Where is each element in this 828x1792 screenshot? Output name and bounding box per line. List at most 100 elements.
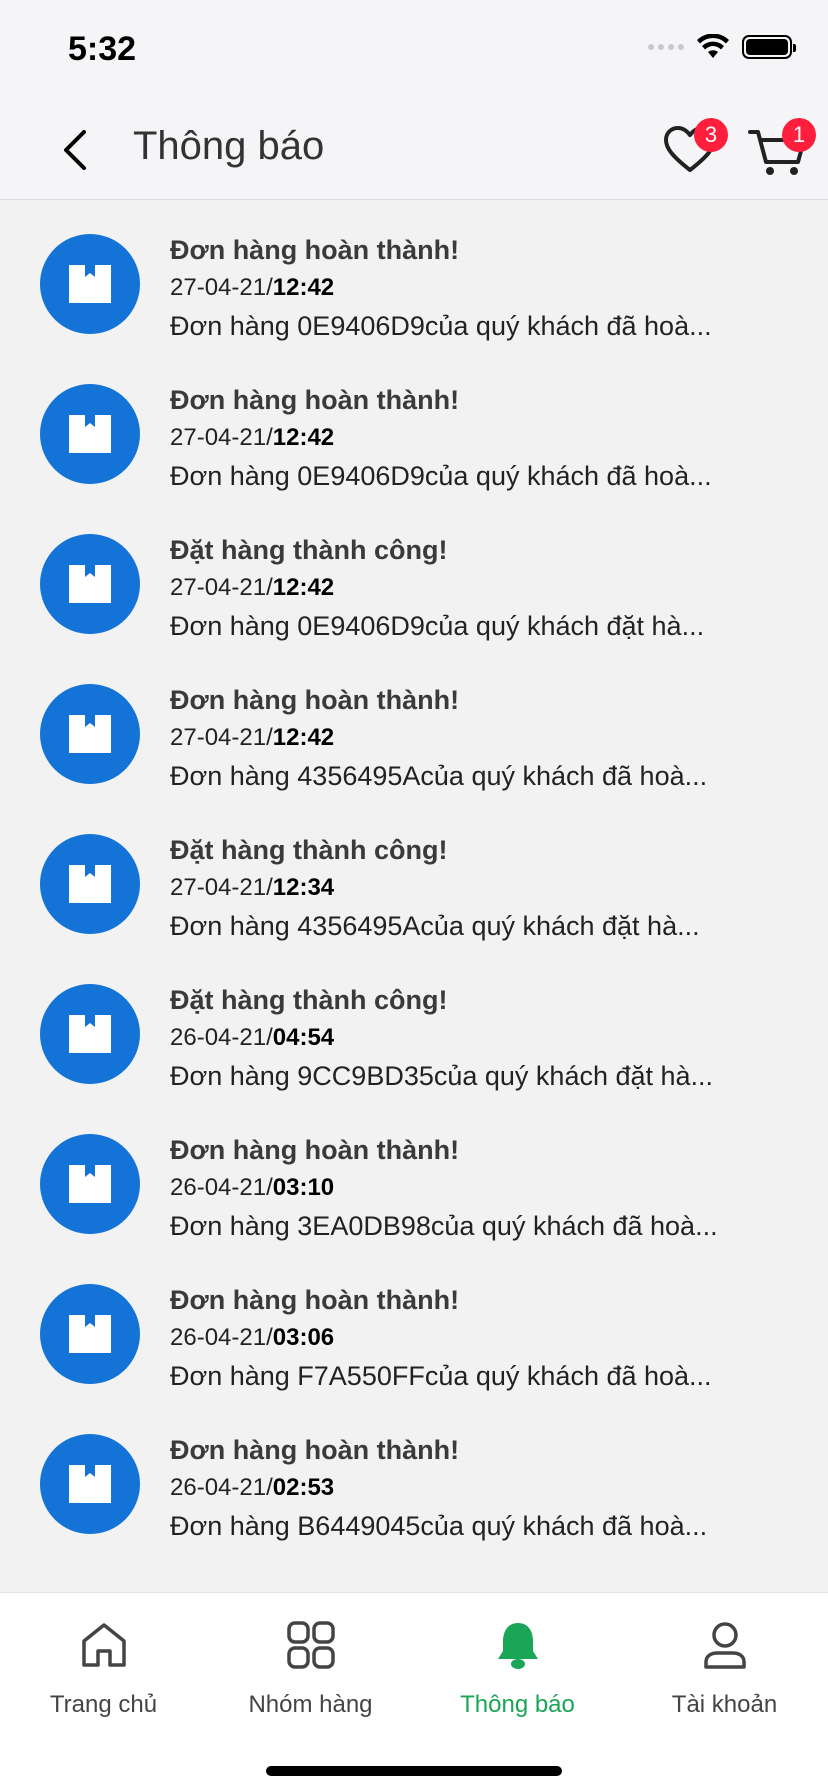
notification-text: Đơn hàng hoàn thành! 26-04-21/03:06 Đơn hà…	[170, 1281, 790, 1395]
notification-timestamp: 27-04-21/12:34	[170, 869, 790, 907]
bell-icon	[490, 1617, 546, 1673]
tab-categories-label: Nhóm hàng	[248, 1691, 373, 1718]
notification-time: 02:53	[272, 1474, 335, 1501]
user-icon	[697, 1617, 753, 1673]
notification-date: 26-04-21/	[170, 1324, 273, 1351]
home-indicator	[266, 1766, 562, 1776]
notification-text: Đơn hàng hoàn thành! 27-04-21/12:42 Đơn hà…	[170, 681, 790, 795]
notification-timestamp: 26-04-21/02:53	[170, 1469, 790, 1507]
notification-item[interactable]: Đơn hàng hoàn thành! 27-04-21/12:42 Đơn hà…	[0, 351, 828, 501]
wishlist-count-badge: 3	[694, 118, 728, 152]
notification-time: 04:54	[272, 1024, 335, 1051]
notification-title: Đơn hàng hoàn thành!	[170, 685, 460, 715]
wifi-icon	[697, 34, 729, 58]
battery-icon	[742, 35, 796, 59]
notification-body: Đơn hàng 4356495Acủa quý khách đặt hà...	[170, 911, 700, 941]
tab-notifications-label: Thông báo	[460, 1691, 575, 1718]
notification-timestamp: 27-04-21/12:42	[170, 269, 790, 307]
notification-body: Đơn hàng 3EA0DB98của quý khách đã hoà...	[170, 1211, 718, 1241]
notification-item[interactable]: Đặt hàng thành công! 26-04-21/04:54 Đơn hà…	[0, 951, 828, 1101]
notification-timestamp: 27-04-21/12:42	[170, 419, 790, 457]
notification-text: Đơn hàng hoàn thành! 27-04-21/12:42 Đơn hà…	[170, 381, 790, 495]
notification-date: 26-04-21/	[170, 1174, 273, 1201]
notification-date: 26-04-21/	[170, 1024, 273, 1051]
status-icons	[648, 34, 796, 60]
tab-account-label: Tài khoản	[671, 1691, 778, 1718]
notification-item[interactable]: Đơn hàng hoàn thành! 26-04-21/03:06 Đơn hà…	[0, 1251, 828, 1401]
package-icon	[40, 1434, 140, 1534]
notification-body: Đơn hàng 9CC9BD35của quý khách đặt hà...	[170, 1061, 714, 1091]
notification-item[interactable]: Đơn hàng hoàn thành! 26-04-21/03:10 Đơn hà…	[0, 1101, 828, 1251]
notification-body: Đơn hàng 0E9406D9của quý khách đặt hà...	[170, 611, 705, 641]
notification-date: 27-04-21/	[170, 274, 273, 301]
notification-item[interactable]: Đặt hàng thành công! 27-04-21/12:34 Đơn hà…	[0, 801, 828, 951]
notification-date: 27-04-21/	[170, 574, 273, 601]
status-time: 5:32	[68, 30, 137, 68]
cart-button[interactable]: 1	[746, 118, 816, 182]
notification-time: 12:42	[272, 424, 335, 451]
notification-time: 12:42	[272, 274, 335, 301]
navigation-header: Thông báo 3 1	[0, 100, 828, 200]
notification-timestamp: 27-04-21/12:42	[170, 719, 790, 757]
tab-notifications[interactable]: Thông báo	[414, 1613, 621, 1733]
status-bar: 5:32	[0, 0, 828, 100]
tab-categories[interactable]: Nhóm hàng	[207, 1613, 414, 1733]
notification-time: 03:10	[272, 1174, 335, 1201]
notification-date: 27-04-21/	[170, 724, 273, 751]
notification-time: 03:06	[272, 1324, 335, 1351]
grid-icon	[283, 1617, 339, 1673]
tab-account[interactable]: Tài khoản	[621, 1613, 828, 1733]
package-icon	[40, 234, 140, 334]
notification-date: 26-04-21/	[170, 1474, 273, 1501]
notification-item[interactable]: Đặt hàng thành công! 27-04-21/12:42 Đơn hà…	[0, 501, 828, 651]
notification-text: Đơn hàng hoàn thành! 26-04-21/03:10 Đơn hà…	[170, 1131, 790, 1245]
notification-title: Đơn hàng hoàn thành!	[170, 1285, 460, 1315]
package-icon	[40, 1134, 140, 1234]
package-icon	[40, 534, 140, 634]
back-button[interactable]	[50, 122, 100, 178]
package-icon	[40, 1284, 140, 1384]
notification-text: Đặt hàng thành công! 27-04-21/12:34 Đơn hà…	[170, 831, 790, 945]
tab-home[interactable]: Trang chủ	[0, 1613, 207, 1733]
page-title: Thông báo	[133, 124, 325, 168]
notification-timestamp: 26-04-21/03:10	[170, 1169, 790, 1207]
notification-timestamp: 26-04-21/03:06	[170, 1319, 790, 1357]
signal-icon	[648, 44, 684, 50]
notification-title: Đặt hàng thành công!	[170, 835, 448, 865]
notification-title: Đặt hàng thành công!	[170, 535, 448, 565]
notification-date: 27-04-21/	[170, 424, 273, 451]
notification-body: Đơn hàng 0E9406D9của quý khách đã hoà...	[170, 461, 712, 491]
notification-item[interactable]: Đơn hàng hoàn thành! 27-04-21/12:42 Đơn hà…	[0, 201, 828, 351]
tab-bar: Trang chủ Nhóm hàng Thông báo Tài khoản	[0, 1592, 828, 1792]
notification-title: Đơn hàng hoàn thành!	[170, 385, 460, 415]
notification-body: Đơn hàng B6449045của quý khách đã hoà...	[170, 1511, 708, 1541]
chevron-left-icon	[64, 130, 86, 170]
notification-list: Đơn hàng hoàn thành! 27-04-21/12:42 Đơn hà…	[0, 201, 828, 1551]
package-icon	[40, 834, 140, 934]
home-icon	[76, 1617, 132, 1673]
notification-text: Đơn hàng hoàn thành! 27-04-21/12:42 Đơn hà…	[170, 231, 790, 345]
notification-text: Đặt hàng thành công! 27-04-21/12:42 Đơn hà…	[170, 531, 790, 645]
notification-text: Đơn hàng hoàn thành! 26-04-21/02:53 Đơn hà…	[170, 1431, 790, 1545]
notification-item[interactable]: Đơn hàng hoàn thành! 26-04-21/02:53 Đơn hà…	[0, 1401, 828, 1551]
package-icon	[40, 384, 140, 484]
cart-count-badge: 1	[782, 118, 816, 152]
notification-text: Đặt hàng thành công! 26-04-21/04:54 Đơn hà…	[170, 981, 790, 1095]
screen: 5:32 Thông báo 3 1 Đơn hàng hoàn thành! …	[0, 0, 828, 1792]
notification-timestamp: 27-04-21/12:42	[170, 569, 790, 607]
notification-body: Đơn hàng F7A550FFcủa quý khách đã hoà...	[170, 1361, 712, 1391]
wishlist-button[interactable]: 3	[658, 118, 728, 182]
notification-title: Đơn hàng hoàn thành!	[170, 235, 460, 265]
notification-time: 12:34	[272, 874, 335, 901]
notification-time: 12:42	[272, 724, 335, 751]
notification-body: Đơn hàng 0E9406D9của quý khách đã hoà...	[170, 311, 712, 341]
notification-title: Đơn hàng hoàn thành!	[170, 1435, 460, 1465]
notification-title: Đặt hàng thành công!	[170, 985, 448, 1015]
notification-time: 12:42	[272, 574, 335, 601]
notification-date: 27-04-21/	[170, 874, 273, 901]
notification-item[interactable]: Đơn hàng hoàn thành! 27-04-21/12:42 Đơn hà…	[0, 651, 828, 801]
tab-home-label: Trang chủ	[49, 1691, 158, 1718]
notification-title: Đơn hàng hoàn thành!	[170, 1135, 460, 1165]
package-icon	[40, 684, 140, 784]
notification-timestamp: 26-04-21/04:54	[170, 1019, 790, 1057]
